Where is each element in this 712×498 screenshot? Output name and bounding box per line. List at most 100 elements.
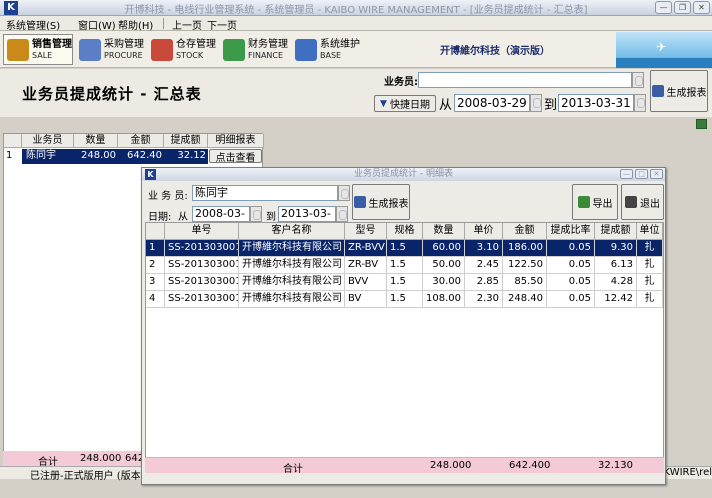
summary-total-qty: 248.000 — [80, 453, 122, 464]
column-header[interactable]: 单号 — [165, 223, 239, 240]
unit-cell: 扎 — [637, 291, 663, 308]
module-base-label: 系统维护 — [320, 38, 360, 50]
commission-cell: 9.30 — [595, 240, 637, 257]
column-header[interactable]: 金额 — [118, 134, 164, 148]
detail-salesperson-input[interactable]: 陈同宇 — [192, 185, 338, 201]
row-number: 2 — [146, 257, 165, 274]
minimize-icon[interactable]: — — [620, 169, 633, 179]
table-row[interactable]: 3 SS-201303001 开博維尔科技有限公司 BVV 1.5 30.00 … — [146, 274, 663, 291]
order-cell: SS-201303001 — [165, 274, 239, 291]
window-controls: — ❐ ✕ — [655, 1, 710, 14]
detail-logo: K — [145, 169, 156, 180]
to-label: 到 — [544, 98, 558, 113]
rate-cell: 0.05 — [547, 291, 595, 308]
detail-total-amount: 642.400 — [509, 460, 551, 471]
table-row[interactable]: 1 SS-201303001 开博維尔科技有限公司 ZR-BVV 1.5 60.… — [146, 240, 663, 257]
export-button[interactable]: 导出 — [572, 184, 618, 220]
detail-to-date-picker[interactable] — [336, 206, 348, 222]
module-finance-en: FINANCE — [248, 50, 284, 60]
detail-from-date-input[interactable]: 2008-03-29 — [192, 206, 250, 234]
salesperson-picker-button[interactable] — [632, 72, 644, 88]
menu-prev-page[interactable]: 上一页 — [172, 17, 202, 32]
quick-date-button[interactable]: ▼ 快捷日期 — [374, 95, 436, 112]
menu-bar: 系统管理(S) 窗口(W) 帮助(H) 上一页 下一页 — [0, 16, 712, 32]
generate-report-button[interactable]: 生成报表 — [650, 70, 708, 112]
from-date-picker[interactable] — [530, 94, 542, 112]
scales-icon — [7, 38, 29, 61]
unit-cell: 扎 — [637, 257, 663, 274]
module-finance[interactable]: 财务管理 FINANCE — [219, 34, 289, 65]
amount-cell: 248.40 — [503, 291, 547, 308]
status-version: KWIRE\rel — [663, 467, 712, 478]
close-icon[interactable]: ✕ — [693, 1, 710, 14]
quick-date-label: 快捷日期 — [389, 100, 430, 111]
module-toolbar: 销售管理 SALE 采购管理 PROCURE 仓存管理 STOCK 财务管理 FINAN… — [0, 31, 712, 68]
detail-from-label: 从 — [178, 212, 188, 223]
to-date-picker[interactable] — [634, 94, 646, 112]
maximize-icon[interactable]: □ — [635, 169, 648, 179]
module-base-en: BASE — [320, 50, 342, 60]
customer-cell: 开博維尔科技有限公司 — [239, 240, 345, 257]
restore-icon[interactable]: ❐ — [674, 1, 691, 14]
column-header[interactable]: 单位 — [637, 223, 663, 240]
column-header[interactable]: 提成比率 — [547, 223, 595, 240]
detail-total-label: 合计 — [283, 464, 303, 475]
rate-cell: 0.05 — [547, 240, 595, 257]
detail-table: 单号 客户名称 型号 规格 数量 单价 金额 提成比率 提成额 单位 1 SS-… — [145, 222, 664, 462]
column-header[interactable]: 客户名称 — [239, 223, 345, 240]
model-cell: BV — [345, 291, 387, 308]
detail-generate-label: 生成报表 — [368, 198, 409, 210]
report-icon — [353, 196, 366, 208]
banner-image: ✈ — [616, 32, 712, 68]
module-base[interactable]: 系统维护 BASE — [291, 34, 361, 65]
detail-generate-button[interactable]: 生成报表 — [352, 184, 410, 220]
table-row[interactable]: 4 SS-201303001 开博維尔科技有限公司 BV 1.5 108.00 … — [146, 291, 663, 308]
menu-next-page[interactable]: 下一页 — [207, 17, 237, 32]
to-date-input[interactable]: 2013-03-31 — [558, 94, 634, 112]
page-title: 业务员提成统计 - 汇总表 — [22, 85, 202, 103]
company-brand: 开博維尔科技（演示版） — [440, 46, 550, 57]
menu-system[interactable]: 系统管理(S) — [6, 17, 60, 32]
row-number: 4 — [146, 291, 165, 308]
detail-salesperson-picker[interactable] — [338, 185, 350, 201]
column-header[interactable]: 单价 — [465, 223, 503, 240]
model-cell: ZR-BV — [345, 257, 387, 274]
menu-help[interactable]: 帮助(H) — [118, 17, 153, 32]
generate-report-label: 生成报表 — [666, 87, 707, 99]
row-number-header — [4, 134, 22, 148]
column-header[interactable]: 型号 — [345, 223, 387, 240]
module-sale[interactable]: 销售管理 SALE — [3, 34, 73, 65]
unit-cell: 扎 — [637, 274, 663, 291]
close-icon[interactable]: ✕ — [650, 169, 663, 179]
column-header[interactable]: 数量 — [423, 223, 465, 240]
minimize-icon[interactable]: — — [655, 1, 672, 14]
detail-to-date-input[interactable]: 2013-03-31 — [278, 206, 336, 234]
exit-button[interactable]: 退出 — [621, 184, 664, 220]
module-procure[interactable]: 采购管理 PROCURE — [75, 34, 145, 65]
column-header[interactable]: 提成额 — [595, 223, 637, 240]
table-row[interactable]: 2 SS-201303001 开博維尔科技有限公司 ZR-BV 1.5 50.0… — [146, 257, 663, 274]
from-date-input[interactable]: 2008-03-29 — [454, 94, 530, 112]
module-stock[interactable]: 仓存管理 STOCK — [147, 34, 217, 65]
unit-cell: 扎 — [637, 240, 663, 257]
column-header[interactable]: 业务员 — [22, 134, 74, 148]
column-header[interactable]: 数量 — [74, 134, 118, 148]
customer-cell: 开博維尔科技有限公司 — [239, 274, 345, 291]
column-header[interactable]: 提成额 — [164, 134, 208, 148]
column-header[interactable]: 规格 — [387, 223, 423, 240]
column-header[interactable]: 明细报表 — [208, 134, 264, 148]
salesperson-input[interactable] — [418, 72, 632, 88]
detail-date-label: 日期: — [148, 212, 172, 223]
status-registration: 已注册-正式版用户 (版本 — [30, 471, 141, 482]
amount-cell: 85.50 — [503, 274, 547, 291]
customer-cell: 开博維尔科技有限公司 — [239, 257, 345, 274]
menu-window[interactable]: 窗口(W) — [78, 17, 116, 32]
rate-cell: 0.05 — [547, 274, 595, 291]
detail-from-date-picker[interactable] — [250, 206, 262, 222]
model-cell: BVV — [345, 274, 387, 291]
main-title-bar: K 开博科技 - 电线行业管理系统 - 系统管理员 - KAIBO WIRE M… — [0, 0, 712, 16]
module-sale-label: 销售管理 — [32, 38, 72, 50]
column-header[interactable]: 金额 — [503, 223, 547, 240]
export-excel-icon[interactable] — [696, 119, 707, 129]
view-detail-button[interactable]: 点击查看 — [209, 149, 262, 164]
